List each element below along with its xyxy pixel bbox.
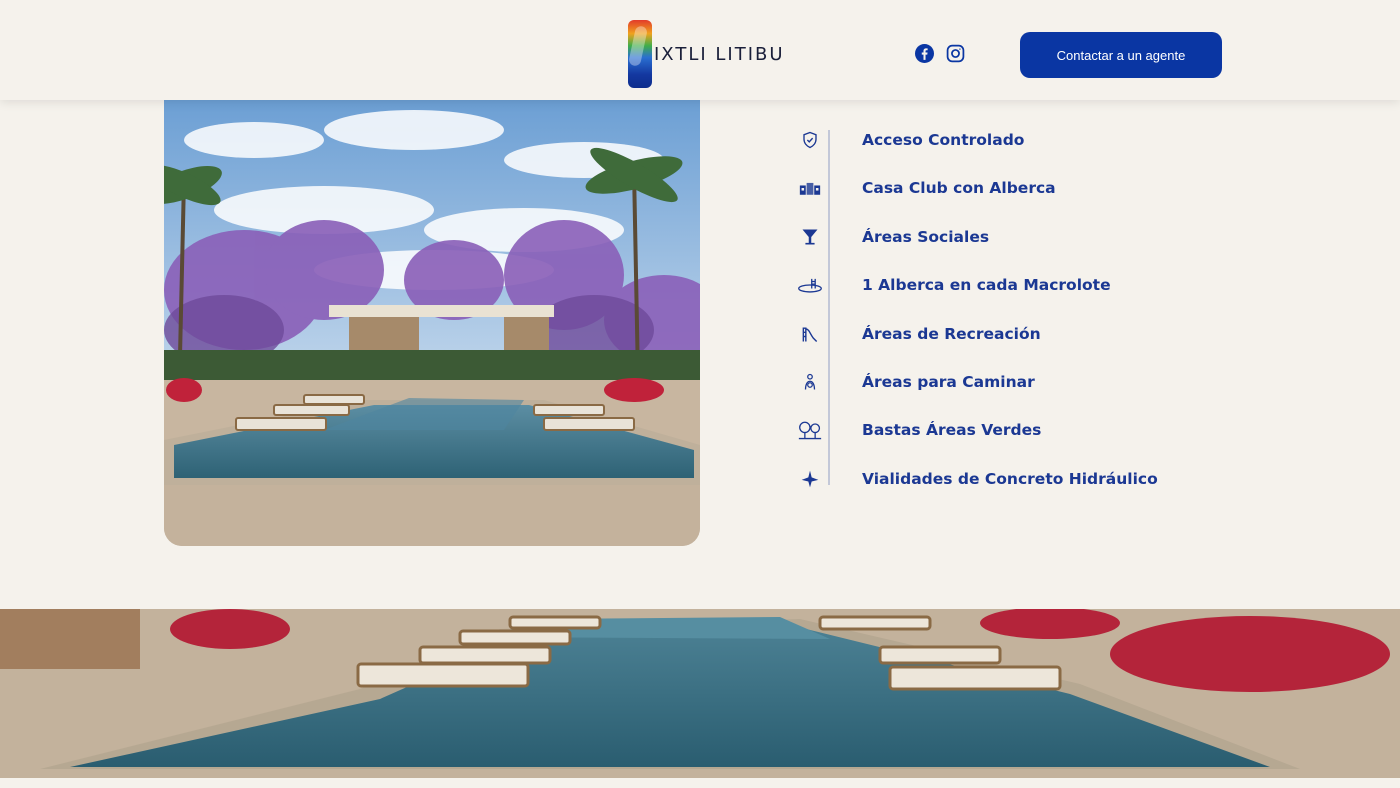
walking-person-icon: [796, 368, 824, 396]
amenity-label: Áreas Sociales: [862, 228, 990, 246]
facebook-icon[interactable]: [915, 44, 934, 67]
clubhouse-icon: [796, 174, 824, 202]
amenity-item: Áreas para Caminar: [790, 362, 1210, 402]
amenity-item: 1 Alberca en cada Macrolote: [790, 265, 1210, 305]
amenity-label: Acceso Controlado: [862, 131, 1025, 149]
brand-logo[interactable]: IXTLI LITIBU: [628, 20, 785, 88]
amenity-item: Vialidades de Concreto Hidráulico: [790, 459, 1210, 499]
site-header: IXTLI LITIBU Contactar a un agente: [0, 0, 1400, 100]
slide-icon: [796, 320, 824, 348]
amenity-label: Áreas para Caminar: [862, 373, 1035, 391]
cocktail-icon: [796, 223, 824, 251]
amenity-label: Bastas Áreas Verdes: [862, 421, 1042, 439]
pool-banner-image: [0, 609, 1400, 778]
amenity-item: Casa Club con Alberca: [790, 168, 1210, 208]
trees-icon: [796, 416, 824, 444]
amenity-label: Áreas de Recreación: [862, 325, 1041, 343]
instagram-icon[interactable]: [946, 44, 965, 67]
road-icon: [796, 465, 824, 493]
contact-agent-button[interactable]: Contactar a un agente: [1020, 32, 1222, 78]
amenity-item: Acceso Controlado: [790, 120, 1210, 160]
logo-text: IXTLI LITIBU: [654, 43, 785, 65]
shield-check-icon: [796, 126, 824, 154]
amenity-item: Áreas Sociales: [790, 217, 1210, 257]
amenity-label: Vialidades de Concreto Hidráulico: [862, 470, 1158, 488]
amenity-item: Bastas Áreas Verdes: [790, 410, 1210, 450]
logo-mark-icon: [628, 20, 652, 88]
clubhouse-pool-render: [164, 100, 700, 546]
amenity-item: Áreas de Recreación: [790, 314, 1210, 354]
pool-ladder-icon: [796, 271, 824, 299]
amenity-label: Casa Club con Alberca: [862, 179, 1056, 197]
amenity-label: 1 Alberca en cada Macrolote: [862, 276, 1111, 294]
